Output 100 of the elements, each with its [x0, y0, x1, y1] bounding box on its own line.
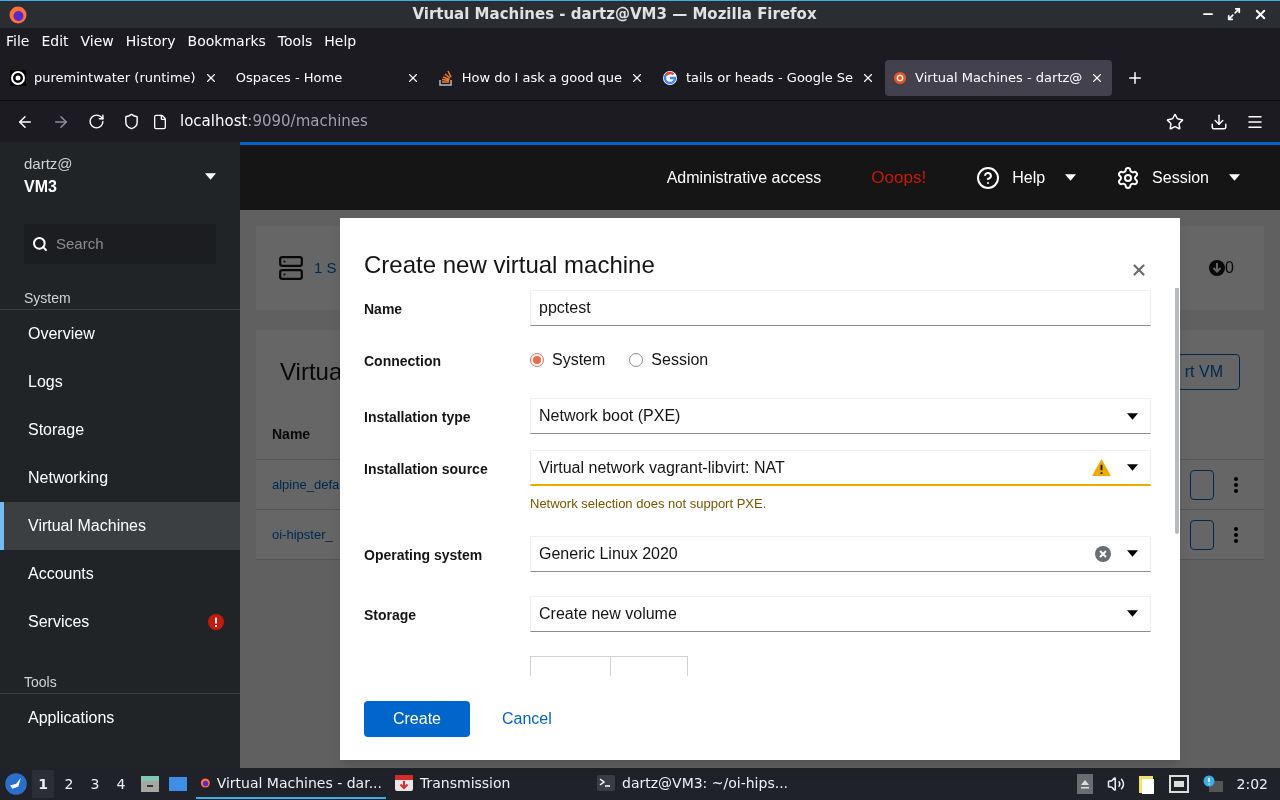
reload-icon[interactable] [88, 113, 105, 130]
column-header: Name [272, 425, 311, 444]
field-label: Operating system [364, 545, 484, 565]
menu-item[interactable]: History [125, 30, 176, 52]
name-field[interactable]: ppctest [530, 290, 1151, 326]
search-field[interactable]: Search [24, 224, 216, 264]
help-icon [976, 165, 1001, 190]
workspace-button[interactable]: 2 [58, 770, 80, 798]
count-text: 0 [1225, 258, 1234, 278]
menu-item[interactable]: Bookmarks [187, 30, 266, 52]
field-label: Name [364, 300, 404, 319]
taskbar-window[interactable]: dartz@VM3: ~/oi-hips... [592, 769, 793, 799]
size-field[interactable] [530, 655, 688, 676]
close-icon[interactable] [630, 71, 644, 85]
maximize-icon[interactable] [1227, 7, 1241, 21]
clipboard-icon[interactable] [1138, 774, 1155, 794]
radio-button[interactable] [530, 353, 544, 367]
browser-tab[interactable]: Ospaces - Home [227, 60, 428, 96]
field-label: Installation source [364, 460, 489, 479]
clear-icon[interactable] [1095, 545, 1111, 562]
download-icon [1209, 260, 1226, 276]
caret-icon [1127, 412, 1138, 420]
error-label: Ooops! [871, 166, 927, 189]
browser-tab[interactable]: How do I ask a good que [429, 60, 652, 96]
menu-item[interactable]: View [80, 30, 114, 52]
kebab-icon[interactable] [1234, 476, 1238, 493]
caret-icon [1127, 610, 1138, 617]
nav-item[interactable]: Networking [0, 454, 240, 502]
notification-icon[interactable] [1202, 775, 1223, 793]
row-button[interactable] [1190, 519, 1214, 550]
select-field[interactable]: Generic Linux 2020 [530, 535, 1151, 572]
help-menu[interactable]: Help [976, 165, 1077, 190]
menu-item[interactable]: Help [324, 30, 357, 52]
fox-icon [8, 4, 28, 25]
menu-item[interactable]: Edit [41, 30, 69, 52]
caret-icon [205, 172, 216, 180]
circle-icon [893, 71, 908, 85]
menu-item[interactable]: Tools [277, 30, 313, 52]
bookmark-icon[interactable] [1166, 112, 1184, 131]
caret-icon [1229, 174, 1240, 181]
browser-tab[interactable]: puremintwater (runtime) [2, 60, 226, 96]
scrollbar[interactable] [1175, 288, 1179, 534]
section-title: Tools [0, 672, 240, 694]
page-icon [152, 113, 168, 130]
row-button[interactable] [1190, 469, 1214, 500]
clock: 2:02 [1236, 774, 1268, 794]
radio-label: Session [651, 350, 709, 370]
taskbar-window[interactable]: Virtual Machines - dar... [196, 769, 386, 799]
card-heading: Virtua [280, 357, 343, 387]
close-icon[interactable] [1253, 7, 1268, 22]
terminal-icon [596, 773, 616, 793]
select-field[interactable]: Network boot (PXE) [530, 398, 1151, 434]
kebab-icon[interactable] [1234, 526, 1238, 543]
shield-icon [123, 113, 140, 130]
browser-tab[interactable]: Virtual Machines - dartz@ [885, 60, 1113, 96]
user-name: dartz@ [24, 153, 74, 174]
network-icon[interactable] [1168, 775, 1189, 793]
search-icon [32, 236, 48, 252]
radio-button[interactable] [629, 353, 644, 367]
caret-icon [1127, 464, 1138, 471]
field-label: Storage [364, 605, 418, 625]
browser-tab[interactable]: tails or heads - Google Se [654, 60, 884, 96]
warning-icon [1092, 459, 1111, 476]
field-label: Installation type [364, 408, 472, 427]
select-field[interactable]: Create new volume [530, 595, 1151, 632]
nav-item[interactable]: Logs [0, 358, 240, 406]
nav-item[interactable]: Overview [0, 310, 240, 358]
stack-icon [437, 70, 454, 86]
workspace-button[interactable]: 1 [32, 770, 54, 798]
create-button[interactable]: Create [364, 700, 470, 737]
volume-icon[interactable] [1106, 775, 1125, 793]
access-label[interactable]: Administrative access [666, 165, 822, 190]
eject-icon[interactable] [1076, 774, 1093, 794]
workspace-button[interactable]: 3 [84, 770, 106, 798]
download-icon[interactable] [1210, 112, 1228, 131]
helper-text: Network selection does not support PXE. [530, 495, 768, 513]
swirl-icon [10, 70, 26, 86]
dialog-title: Create new virtual machine [364, 250, 656, 280]
nav-item[interactable]: Storage [0, 406, 240, 454]
ring-icon [662, 70, 678, 86]
bird-icon[interactable] [4, 772, 28, 796]
nav-item[interactable]: Applications [0, 694, 240, 742]
desktop-icon[interactable] [168, 774, 188, 794]
window-title: Virtual Machines - dartz@VM3 — Mozilla Firefox [411, 4, 818, 26]
cancel-link[interactable]: Cancel [502, 700, 552, 737]
radio-label: System [552, 350, 606, 370]
nav-item[interactable]: Services [0, 598, 240, 646]
field-label: Connection [364, 352, 442, 371]
inbox-icon [394, 773, 414, 793]
session-menu[interactable]: Session [1116, 165, 1240, 190]
workspace-button[interactable]: 4 [110, 770, 132, 798]
select-field[interactable]: Virtual network vagrant-libvirt: NAT [530, 450, 1151, 486]
taskbar-window[interactable]: Transmission [390, 769, 580, 799]
settings-icon [1116, 165, 1141, 190]
drawer-icon[interactable] [140, 774, 160, 794]
nav-item[interactable]: Virtual Machines [0, 502, 240, 550]
menu-item[interactable]: File [6, 30, 30, 52]
host-name: VM3 [24, 177, 58, 198]
nav-item[interactable]: Accounts [0, 550, 240, 598]
caret-icon [1127, 550, 1138, 557]
